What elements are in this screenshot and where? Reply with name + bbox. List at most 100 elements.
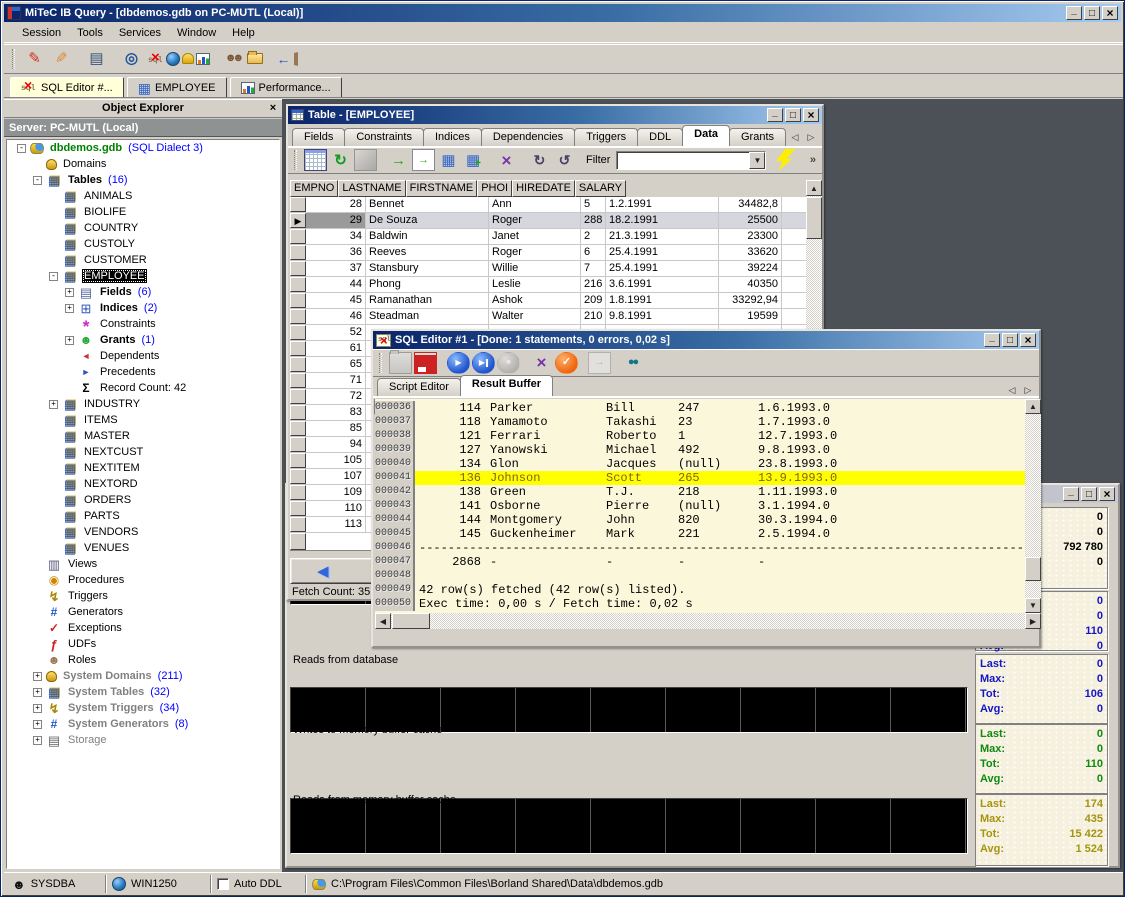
cell-empno[interactable]: 28 <box>306 197 366 212</box>
cell-firstname[interactable]: Janet <box>489 229 581 244</box>
scroll-up-icon[interactable]: ▲ <box>806 180 822 196</box>
row-selector[interactable] <box>290 325 306 340</box>
cell-phone[interactable]: 7 <box>581 261 606 276</box>
tree-expander-icon[interactable]: + <box>65 304 74 313</box>
tree-item[interactable]: Roles <box>7 652 279 668</box>
delete-records-icon[interactable] <box>495 149 518 171</box>
row-selector[interactable] <box>290 213 306 228</box>
cell-empno[interactable]: 29 <box>306 213 366 228</box>
tree-item[interactable]: Triggers <box>7 588 279 604</box>
sql-monitor-icon[interactable] <box>146 51 164 67</box>
cell-salary[interactable]: 33620 <box>719 245 782 260</box>
cell-firstname[interactable]: Leslie <box>489 277 581 292</box>
row-selector[interactable] <box>290 309 306 324</box>
tab-scroll-left-icon[interactable] <box>1005 383 1019 397</box>
maximize-button[interactable] <box>1081 487 1097 501</box>
cell-empno[interactable]: 113 <box>306 517 366 532</box>
menu-item[interactable]: Window <box>169 25 224 41</box>
disconnect-session-icon[interactable] <box>49 47 74 71</box>
cell-firstname[interactable]: Ashok <box>489 293 581 308</box>
find-icon[interactable] <box>621 352 644 374</box>
tree-item[interactable]: ANIMALS <box>7 188 279 204</box>
tree-item[interactable]: Constraints <box>7 316 279 332</box>
cancel-icon[interactable] <box>530 352 553 374</box>
row-selector[interactable] <box>290 485 306 500</box>
tree-item[interactable]: + System Generators (8) <box>7 716 279 732</box>
tree-item[interactable]: ITEMS <box>7 412 279 428</box>
tree-item[interactable]: CUSTOMER <box>7 252 279 268</box>
result-line[interactable]: 000046 ---------------------------------… <box>375 541 1025 555</box>
cell-firstname[interactable]: Walter <box>489 309 581 324</box>
cell-salary[interactable]: 23300 <box>719 229 782 244</box>
tree-item[interactable]: NEXTITEM <box>7 460 279 476</box>
row-selector[interactable] <box>290 293 306 308</box>
cell-hiredate[interactable]: 21.3.1991 <box>606 229 719 244</box>
scrollbar-thumb[interactable] <box>806 197 822 239</box>
row-selector[interactable] <box>290 437 306 452</box>
cell-lastname[interactable]: Steadman <box>366 309 489 324</box>
cell-empno[interactable]: 46 <box>306 309 366 324</box>
row-selector[interactable] <box>290 229 306 244</box>
result-line[interactable]: 000047 2868---- <box>375 555 1025 569</box>
more-buttons-icon[interactable]: » <box>810 154 816 166</box>
sql-editor-titlebar[interactable]: SQL Editor #1 - [Done: 1 statements, 0 e… <box>373 331 1039 349</box>
close-panel-icon[interactable]: × <box>266 101 280 114</box>
maximize-button[interactable] <box>1084 6 1100 20</box>
row-selector[interactable] <box>290 261 306 276</box>
cell-lastname[interactable]: Baldwin <box>366 229 489 244</box>
tree-expander-icon[interactable]: - <box>17 144 26 153</box>
tab-scroll-left-icon[interactable] <box>788 130 802 144</box>
tree-item[interactable]: ORDERS <box>7 492 279 508</box>
cell-salary[interactable]: 25500 <box>719 213 782 228</box>
minimize-button[interactable] <box>767 108 783 122</box>
result-line[interactable]: 000044 144MontgomeryJohn82030.3.1994.0 <box>375 513 1025 527</box>
tree-item[interactable]: Record Count: 42 <box>7 380 279 396</box>
employee-tab[interactable]: Triggers <box>574 128 638 146</box>
cell-hiredate[interactable]: 9.8.1991 <box>606 309 719 324</box>
cell-lastname[interactable]: Stansbury <box>366 261 489 276</box>
cell-lastname[interactable]: Reeves <box>366 245 489 260</box>
toolbar-grip[interactable] <box>379 353 382 373</box>
tree-expander-icon[interactable]: + <box>33 688 42 697</box>
cell-empno[interactable]: 109 <box>306 485 366 500</box>
result-line[interactable]: 000038 121FerrariRoberto112.7.1993.0 <box>375 429 1025 443</box>
scroll-right-icon[interactable]: ▶ <box>1025 613 1041 629</box>
cell-phone[interactable]: 5 <box>581 197 606 212</box>
session-properties-icon[interactable] <box>84 47 109 71</box>
tree-expander-icon[interactable]: + <box>33 736 42 745</box>
cell-empno[interactable]: 52 <box>306 325 366 340</box>
close-button[interactable] <box>1099 487 1115 501</box>
cell-firstname[interactable]: Roger <box>489 245 581 260</box>
result-line[interactable]: 000037 118YamamotoTakashi231.7.1993.0 <box>375 415 1025 429</box>
result-line[interactable]: 000036 114ParkerBill2471.6.1993.0 <box>375 401 1025 415</box>
result-hscrollbar[interactable]: ◀ ▶ <box>375 613 1041 629</box>
performance-monitor-icon[interactable] <box>196 53 210 65</box>
cell-lastname[interactable]: Bennet <box>366 197 489 212</box>
connect-session-icon[interactable] <box>22 47 47 71</box>
auto-ddl-checkbox[interactable] <box>217 878 229 890</box>
tree-item[interactable]: Dependents <box>7 348 279 364</box>
employee-tab[interactable]: DDL <box>637 128 683 146</box>
cell-phone[interactable]: 209 <box>581 293 606 308</box>
export-data-icon[interactable] <box>387 149 410 171</box>
commit-icon[interactable] <box>555 352 578 374</box>
row-selector[interactable] <box>290 389 306 404</box>
refresh-icon[interactable] <box>329 149 352 171</box>
scrollbar-thumb[interactable] <box>1025 557 1041 581</box>
run-all-icon[interactable] <box>472 352 495 374</box>
cell-empno[interactable]: 110 <box>306 501 366 516</box>
cell-firstname[interactable]: Ann <box>489 197 581 212</box>
result-line[interactable]: 000045 145GuckenheimerMark2212.5.1994.0 <box>375 527 1025 541</box>
cell-salary[interactable]: 34482,8 <box>719 197 782 212</box>
tree-item[interactable]: Procedures <box>7 572 279 588</box>
minimize-button[interactable] <box>984 333 1000 347</box>
cell-salary[interactable]: 19599 <box>719 309 782 324</box>
result-line[interactable]: 000050 Exec time: 0,00 s / Fetch time: 0… <box>375 597 1025 611</box>
tree-item[interactable]: NEXTCUST <box>7 444 279 460</box>
sql-editor-tab[interactable]: Result Buffer <box>460 375 553 396</box>
save-script-icon[interactable] <box>414 352 437 374</box>
user-manager-icon[interactable] <box>119 47 144 71</box>
apply-filter-icon[interactable] <box>772 149 795 171</box>
result-line[interactable]: 000043 141OsbornePierre(null)3.1.1994.0 <box>375 499 1025 513</box>
menu-item[interactable]: Help <box>224 25 263 41</box>
